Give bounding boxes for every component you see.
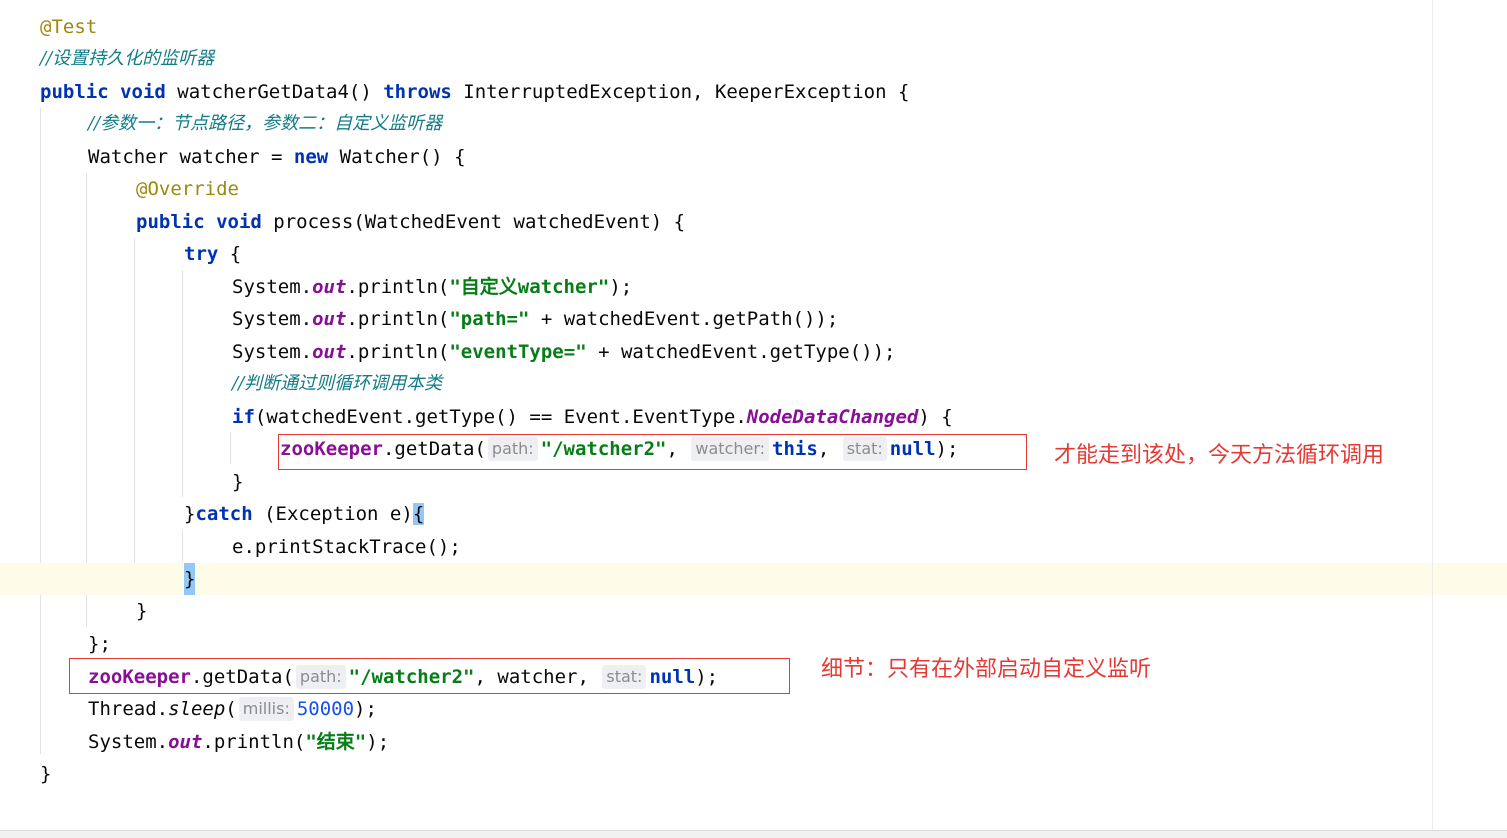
code-text: System. — [88, 731, 169, 753]
code-line[interactable]: e.printStackTrace(); — [0, 531, 1507, 563]
code-text: { — [218, 243, 242, 265]
keyword: void — [216, 211, 262, 233]
code-line[interactable]: if(watchedEvent.getType() == Event.Event… — [0, 401, 1507, 433]
string-literal: "自定义watcher" — [449, 276, 610, 298]
code-text: (Exception e) — [252, 503, 413, 525]
method-signature: public void process(WatchedEvent watched… — [136, 206, 685, 238]
keyword: try — [184, 243, 219, 265]
code-statement: System.out.println("eventType=" + watche… — [232, 336, 896, 368]
static-field: out — [168, 731, 203, 753]
highlight-box-outer-call — [69, 658, 790, 694]
code-statement: System.out.println("结束"); — [88, 726, 389, 758]
code-line[interactable]: try { — [0, 238, 1507, 270]
code-text: System. — [232, 341, 313, 363]
code-text: } — [184, 503, 196, 525]
code-line[interactable]: Watcher watcher = new Watcher() { — [0, 141, 1507, 173]
string-literal: "eventType=" — [449, 341, 587, 363]
comment: //设置持久化的监听器 — [40, 48, 215, 69]
code-text: .println( — [346, 276, 450, 298]
comment: //判断通过则循环调用本类 — [232, 373, 443, 394]
keyword: new — [293, 146, 329, 168]
method-signature: public void watcherGetData4() throws Int… — [40, 76, 909, 108]
string-literal: "path=" — [449, 308, 530, 330]
keyword: throws — [383, 81, 452, 103]
current-code-line[interactable]: } — [0, 563, 1507, 595]
code-statement: Watcher watcher = new Watcher() { — [88, 141, 466, 173]
code-line[interactable]: Thread.sleep(millis: 50000); — [0, 693, 1507, 725]
code-text: System. — [232, 308, 313, 330]
code-text: ); — [354, 698, 377, 720]
code-statement: Thread.sleep(millis: 50000); — [88, 693, 377, 725]
code-text: + watchedEvent.getType()); — [586, 341, 896, 363]
code-line[interactable]: System.out.println("eventType=" + watche… — [0, 336, 1507, 368]
code-line[interactable]: //判断通过则循环调用本类 — [0, 368, 1507, 400]
code-line[interactable]: } — [0, 758, 1507, 790]
static-field: out — [312, 308, 347, 330]
code-text: InterruptedException, KeeperException { — [451, 81, 910, 103]
code-statement: System.out.println("自定义watcher"); — [232, 271, 632, 303]
number-literal: 50000 — [296, 698, 355, 720]
code-line[interactable]: System.out.println("path=" + watchedEven… — [0, 303, 1507, 335]
keyword: if — [232, 406, 255, 428]
code-text: } — [136, 600, 148, 622]
code-line[interactable]: }; — [0, 628, 1507, 660]
keyword: void — [120, 81, 166, 103]
code-line[interactable]: } — [0, 466, 1507, 498]
code-line[interactable]: }catch (Exception e){ — [0, 498, 1507, 530]
static-field: out — [312, 341, 347, 363]
parameter-hint: millis: — [238, 697, 294, 721]
code-text: process(WatchedEvent watchedEvent) { — [261, 211, 686, 233]
code-text: + watchedEvent.getPath()); — [529, 308, 839, 330]
code-line[interactable]: System.out.println("结束"); — [0, 726, 1507, 758]
annotation-note-inner: 才能走到该处，今天方法循环调用 — [1054, 443, 1385, 468]
code-text: } — [232, 471, 244, 493]
code-text: }; — [88, 633, 111, 655]
right-margin-guide — [1432, 0, 1433, 830]
annotation-note-outer: 细节：只有在外部启动自定义监听 — [821, 657, 1152, 682]
code-text: (watchedEvent.getType() == Event.EventTy… — [254, 406, 747, 428]
code-text: Watcher watcher = — [88, 146, 294, 168]
code-statement: System.out.println("path=" + watchedEven… — [232, 303, 838, 335]
code-editor[interactable]: @Test //设置持久化的监听器 public void watcherGet… — [0, 0, 1507, 830]
code-line[interactable]: System.out.println("自定义watcher"); — [0, 271, 1507, 303]
code-text: .println( — [346, 341, 450, 363]
code-text: } — [40, 763, 52, 785]
code-text: .println( — [346, 308, 450, 330]
matched-brace: } — [184, 563, 196, 595]
code-text: e.printStackTrace(); — [232, 536, 461, 558]
keyword: public — [136, 211, 205, 233]
keyword: catch — [195, 503, 253, 525]
matched-brace: { — [412, 503, 425, 525]
code-line[interactable]: public void watcherGetData4() throws Int… — [0, 76, 1507, 108]
code-statement: try { — [184, 238, 241, 270]
annotation-test: @Test — [40, 16, 98, 38]
code-text: ); — [609, 276, 633, 298]
code-text: Watcher() { — [328, 146, 466, 168]
annotation-override: @Override — [136, 178, 239, 200]
string-literal: "结束" — [305, 731, 367, 753]
code-statement: if(watchedEvent.getType() == Event.Event… — [232, 401, 953, 433]
code-line[interactable]: //参数一：节点路径，参数二：自定义监听器 — [0, 108, 1507, 140]
code-line[interactable]: public void process(WatchedEvent watched… — [0, 206, 1507, 238]
code-text: ( — [225, 698, 237, 720]
code-line[interactable]: @Test — [0, 11, 1507, 43]
static-field: out — [312, 276, 347, 298]
comment: //参数一：节点路径，参数二：自定义监听器 — [88, 113, 443, 134]
code-line[interactable]: //设置持久化的监听器 — [0, 43, 1507, 75]
code-line[interactable]: } — [0, 595, 1507, 627]
keyword: public — [40, 81, 109, 103]
code-statement: }catch (Exception e){ — [184, 498, 425, 530]
enum-constant: NodeDataChanged — [746, 406, 919, 428]
code-line[interactable]: @Override — [0, 173, 1507, 205]
code-text: ); — [366, 731, 390, 753]
code-text: Thread. — [88, 698, 169, 720]
code-text: .println( — [202, 731, 306, 753]
static-method: sleep — [168, 698, 226, 720]
highlight-box-inner-call — [278, 434, 1027, 470]
code-text: System. — [232, 276, 313, 298]
code-text: ) { — [918, 406, 953, 428]
code-text: watcherGetData4() — [165, 81, 384, 103]
